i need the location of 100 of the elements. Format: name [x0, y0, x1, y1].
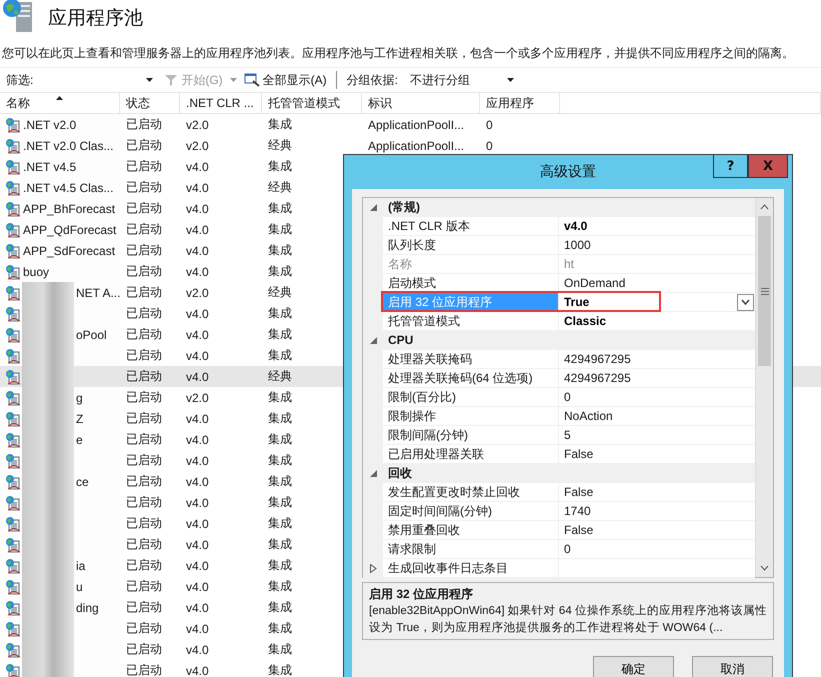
clr-version: v4.0 [186, 222, 209, 236]
clr-version: v4.0 [186, 664, 209, 677]
category-label: CPU [387, 333, 414, 347]
application-count: 0 [486, 138, 493, 152]
pool-name: Z [75, 412, 84, 426]
status-text: 已启动 [126, 641, 162, 658]
status-text: 已启动 [126, 368, 162, 385]
pipeline-mode: 经典 [268, 137, 292, 154]
clr-version: v4.0 [186, 474, 209, 488]
status-text: 已启动 [126, 452, 162, 469]
status-text: 已启动 [126, 410, 162, 427]
pool-name: .NET v2.0 Clas... [22, 138, 114, 152]
clr-version: v4.0 [186, 432, 209, 446]
clr-version: v4.0 [186, 538, 209, 552]
pipeline-mode: 集成 [268, 557, 292, 574]
pool-name: buoy [22, 264, 50, 278]
clr-version: v4.0 [186, 580, 209, 594]
pool-name: .NET v4.5 [22, 160, 76, 174]
pipeline-mode: 集成 [268, 452, 292, 469]
pool-name: NET A... [75, 286, 120, 300]
status-text: 已启动 [126, 221, 162, 238]
status-text: 已启动 [126, 431, 162, 448]
status-text: 已启动 [126, 494, 162, 511]
clr-version: v4.0 [186, 516, 209, 530]
clr-version: v4.0 [186, 160, 209, 174]
pool-name: g [75, 390, 83, 404]
pipeline-mode: 集成 [268, 410, 292, 427]
pipeline-mode: 集成 [268, 431, 292, 448]
pool-name: ding [75, 600, 99, 614]
status-text: 已启动 [126, 326, 162, 343]
page-title: 应用程序池 [48, 7, 143, 31]
clr-version: v4.0 [186, 264, 209, 278]
clr-version: v2.0 [186, 390, 209, 404]
status-text: 已启动 [126, 158, 162, 175]
pool-name: .NET v4.5 Clas... [22, 180, 114, 194]
clr-version: v2.0 [186, 138, 209, 152]
category-label: 回收 [387, 464, 412, 482]
clr-version: v4.0 [186, 600, 209, 614]
page-description: 您可以在此页上查看和管理服务器上的应用程序池列表。应用程序池与工作进程相关联，包含一个或多个应用程序，并提供不同应用程序之间的隔离。 [2, 45, 795, 62]
clr-version: v4.0 [186, 348, 209, 362]
clr-version: v4.0 [186, 370, 209, 384]
pipeline-mode: 集成 [268, 221, 292, 238]
pipeline-mode: 集成 [268, 242, 292, 259]
pipeline-mode: 经典 [268, 179, 292, 196]
status-text: 已启动 [126, 305, 162, 322]
pipeline-mode: 集成 [268, 473, 292, 490]
clr-version: v4.0 [186, 180, 209, 194]
clr-version: v4.0 [186, 454, 209, 468]
application-count: 0 [486, 118, 493, 132]
pipeline-mode: 集成 [268, 662, 292, 677]
pipeline-mode: 经典 [268, 368, 292, 385]
pipeline-mode: 集成 [268, 494, 292, 511]
clr-version: v2.0 [186, 286, 209, 300]
clr-version: v4.0 [186, 202, 209, 216]
status-text: 已启动 [126, 620, 162, 637]
clr-version: v4.0 [186, 412, 209, 426]
pipeline-mode: 集成 [268, 620, 292, 637]
pipeline-mode: 集成 [268, 389, 292, 406]
status-text: 已启动 [126, 536, 162, 553]
status-text: 已启动 [126, 599, 162, 616]
clr-version: v4.0 [186, 328, 209, 342]
pool-name: APP_SdForecast [22, 244, 116, 258]
identity-text: ApplicationPoolI... [368, 118, 464, 132]
status-text: 已启动 [126, 578, 162, 595]
pool-name: u [75, 580, 83, 594]
status-text: 已启动 [126, 116, 162, 133]
pool-name: ce [75, 474, 89, 488]
pipeline-mode: 经典 [268, 284, 292, 301]
pipeline-mode: 集成 [268, 578, 292, 595]
clr-version: v4.0 [186, 558, 209, 572]
pipeline-mode: 集成 [268, 599, 292, 616]
description-text: [enable32BitAppOnWin64] 如果针对 64 位操作系统上的应用程序池将该属性设为 True，则为应用程序池提供服务的工作进程将处于 WOW64 (... [369, 603, 767, 636]
clr-version: v4.0 [186, 496, 209, 510]
status-text: 已启动 [126, 137, 162, 154]
pool-name: APP_BhForecast [22, 202, 116, 216]
pipeline-mode: 集成 [268, 263, 292, 280]
pool-name: APP_QdForecast [22, 222, 116, 236]
description-title: 启用 32 位应用程序 [369, 586, 474, 603]
pool-name: oPool [75, 328, 107, 342]
pool-name: e [75, 432, 83, 446]
pipeline-mode: 集成 [268, 515, 292, 532]
pipeline-mode: 集成 [268, 536, 292, 553]
status-text: 已启动 [126, 389, 162, 406]
clr-version: v2.0 [186, 118, 209, 132]
status-text: 已启动 [126, 662, 162, 677]
clr-version: v4.0 [186, 642, 209, 656]
identity-text: ApplicationPoolI... [368, 138, 464, 152]
pipeline-mode: 集成 [268, 326, 292, 343]
clr-version: v4.0 [186, 306, 209, 320]
category-label: (常规) [387, 198, 420, 216]
pipeline-mode: 集成 [268, 116, 292, 133]
group-by-label: 分组依据: [346, 72, 400, 88]
filter-label: 筛选: [5, 72, 34, 88]
status-text: 已启动 [126, 263, 162, 280]
status-text: 已启动 [126, 179, 162, 196]
status-text: 已启动 [126, 200, 162, 217]
status-text: 已启动 [126, 515, 162, 532]
status-text: 已启动 [126, 557, 162, 574]
status-text: 已启动 [126, 473, 162, 490]
pool-name: ia [75, 558, 86, 572]
